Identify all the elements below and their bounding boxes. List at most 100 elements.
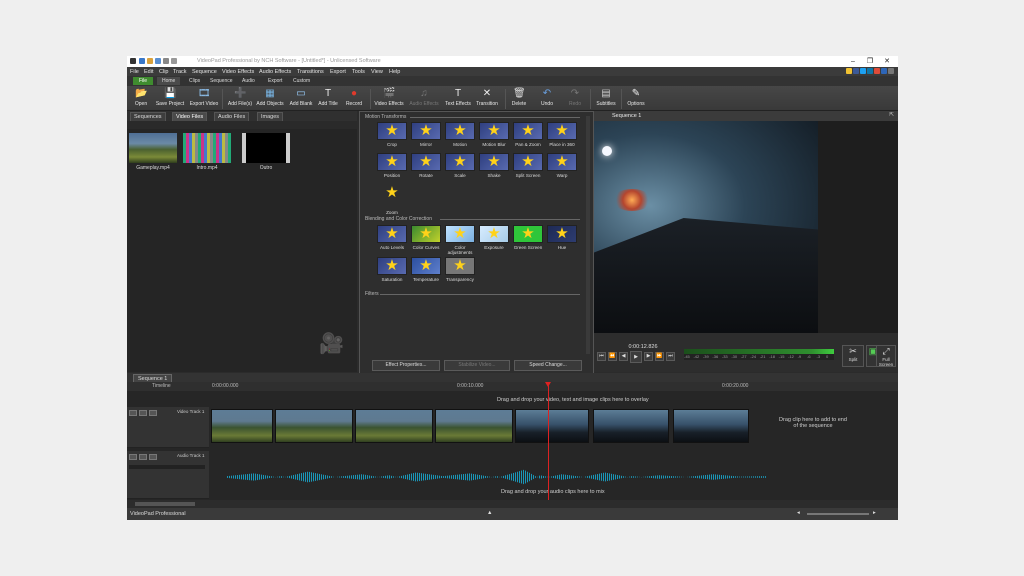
- stabilize-video-button[interactable]: Stabilize Video...: [444, 360, 510, 371]
- menu-edit[interactable]: Edit: [144, 69, 153, 75]
- preview-tab[interactable]: Sequence 1: [612, 113, 641, 119]
- facebook-icon[interactable]: [853, 68, 859, 74]
- minimize-button[interactable]: –: [845, 56, 861, 67]
- zoom-slider[interactable]: [807, 513, 869, 515]
- split-button[interactable]: ✂ Split: [842, 345, 864, 367]
- effect-rotate[interactable]: Rotate: [411, 153, 441, 178]
- file-thumbnail[interactable]: Outro: [242, 133, 290, 171]
- menu-tools[interactable]: Tools: [352, 69, 365, 75]
- effect-scale[interactable]: Scale: [445, 153, 475, 178]
- speed-change-button[interactable]: Speed Change...: [514, 360, 582, 371]
- video-clip[interactable]: [593, 409, 669, 443]
- tab-audio[interactable]: Audio: [242, 78, 255, 84]
- video-clip[interactable]: [673, 409, 749, 443]
- timeline-scrollbar[interactable]: [127, 500, 898, 508]
- effect-exposure[interactable]: Exposure: [479, 225, 509, 250]
- tab-file[interactable]: File: [133, 77, 154, 85]
- new-icon[interactable]: [139, 58, 145, 64]
- effect-motion-blur[interactable]: Motion Blur: [479, 122, 509, 147]
- track-lock-button[interactable]: [139, 454, 147, 460]
- youtube-icon[interactable]: [874, 68, 880, 74]
- linkedin-icon[interactable]: [867, 68, 873, 74]
- menu-view[interactable]: View: [371, 69, 383, 75]
- play-button[interactable]: ▶: [630, 351, 642, 363]
- scrollbar-thumb[interactable]: [135, 502, 195, 506]
- video-effects-button[interactable]: 🎬 Video Effects: [372, 87, 406, 110]
- help-icon[interactable]: [888, 68, 894, 74]
- export-video-button[interactable]: 🎞 Export Video: [187, 87, 221, 110]
- redo-quick-icon[interactable]: [171, 58, 177, 64]
- effect-position[interactable]: Position: [377, 153, 407, 178]
- popout-icon[interactable]: ⇱: [889, 112, 894, 118]
- effect-warp[interactable]: Warp: [547, 153, 577, 178]
- next-frame-button[interactable]: ⏩: [655, 352, 664, 361]
- full-screen-button[interactable]: ⤢ Full Screen: [876, 345, 896, 367]
- effect-motion[interactable]: Motion: [445, 122, 475, 147]
- effect-properties-button[interactable]: Effect Properties...: [372, 360, 440, 371]
- audio-waveform[interactable]: [227, 469, 767, 485]
- go-end-button[interactable]: ⏭: [666, 352, 675, 361]
- effect-transparency[interactable]: Transparency: [445, 257, 475, 282]
- expand-panel-icon[interactable]: ▲: [487, 510, 492, 516]
- effect-color-curves[interactable]: Color Curves: [411, 225, 441, 250]
- menu-sequence[interactable]: Sequence: [192, 69, 217, 75]
- track-toggle-button[interactable]: [129, 410, 137, 416]
- timeline-ruler[interactable]: Timeline 0:00:00.000 0:00:10.000 0:00:20…: [127, 382, 898, 391]
- step-forward-button[interactable]: ▶: [644, 352, 653, 361]
- audio-effects-button[interactable]: ♫ Audio Effects: [407, 87, 441, 110]
- prev-frame-button[interactable]: ⏪: [608, 352, 617, 361]
- timeline-playhead[interactable]: [545, 382, 551, 500]
- zoom-out-icon[interactable]: ◂: [797, 510, 800, 516]
- save-icon[interactable]: [155, 58, 161, 64]
- menu-audio-effects[interactable]: Audio Effects: [259, 69, 291, 75]
- like-icon[interactable]: [846, 68, 852, 74]
- video-preview[interactable]: [594, 121, 818, 333]
- effects-scrollbar[interactable]: [586, 116, 590, 354]
- effect-crop[interactable]: Crop: [377, 122, 407, 147]
- add-objects-button[interactable]: ▦ Add Objects: [253, 87, 287, 110]
- redo-button[interactable]: ↷ Redo: [558, 87, 592, 110]
- undo-quick-icon[interactable]: [163, 58, 169, 64]
- tab-clips[interactable]: Clips: [189, 78, 200, 84]
- share-icon[interactable]: [881, 68, 887, 74]
- tab-home[interactable]: Home: [157, 77, 181, 85]
- menu-track[interactable]: Track: [173, 69, 187, 75]
- zoom-in-icon[interactable]: ▸: [873, 510, 876, 516]
- effect-saturation[interactable]: Saturation: [377, 257, 407, 282]
- add-files-button[interactable]: ➕ Add File(s): [223, 87, 257, 110]
- record-button[interactable]: ● Record: [337, 87, 371, 110]
- effect-split-screen[interactable]: Split Screen: [513, 153, 543, 178]
- subtitles-button[interactable]: ▤ Subtitles: [589, 87, 623, 110]
- track-mute-button[interactable]: [149, 454, 157, 460]
- open-icon[interactable]: [147, 58, 153, 64]
- save-project-button[interactable]: 💾 Save Project: [153, 87, 187, 110]
- options-button[interactable]: ✎ Options: [619, 87, 653, 110]
- effect-color-adjustments[interactable]: Color adjustments: [445, 225, 475, 255]
- transition-button[interactable]: ✕ Transition: [470, 87, 504, 110]
- tab-custom[interactable]: Custom: [293, 78, 310, 84]
- close-button[interactable]: ✕: [879, 56, 895, 67]
- effect-pan-zoom[interactable]: Pan & Zoom: [513, 122, 543, 147]
- track-toggle-button[interactable]: [129, 454, 137, 460]
- menu-transitions[interactable]: Transitions: [297, 69, 324, 75]
- video-clip[interactable]: [275, 409, 353, 443]
- video-clip[interactable]: [355, 409, 433, 443]
- maximize-button[interactable]: ❐: [862, 56, 878, 67]
- file-thumbnail[interactable]: Gameplay.mp4: [129, 133, 177, 171]
- twitter-icon[interactable]: [860, 68, 866, 74]
- track-visibility-button[interactable]: [149, 410, 157, 416]
- menu-help[interactable]: Help: [389, 69, 400, 75]
- menu-clip[interactable]: Clip: [159, 69, 168, 75]
- effect-mirror[interactable]: Mirror: [411, 122, 441, 147]
- effect-green-screen[interactable]: Green Screen: [513, 225, 543, 250]
- menu-file[interactable]: File: [130, 69, 139, 75]
- effect-place-in-360[interactable]: Place in 360: [547, 122, 577, 147]
- video-clip[interactable]: [435, 409, 513, 443]
- video-clip[interactable]: [515, 409, 589, 443]
- step-back-button[interactable]: ◀: [619, 352, 628, 361]
- video-clip[interactable]: [211, 409, 273, 443]
- effect-temperature[interactable]: Temperature: [411, 257, 441, 282]
- effect-shake[interactable]: Shake: [479, 153, 509, 178]
- menu-export[interactable]: Export: [330, 69, 346, 75]
- tab-sequence[interactable]: Sequence: [210, 78, 233, 84]
